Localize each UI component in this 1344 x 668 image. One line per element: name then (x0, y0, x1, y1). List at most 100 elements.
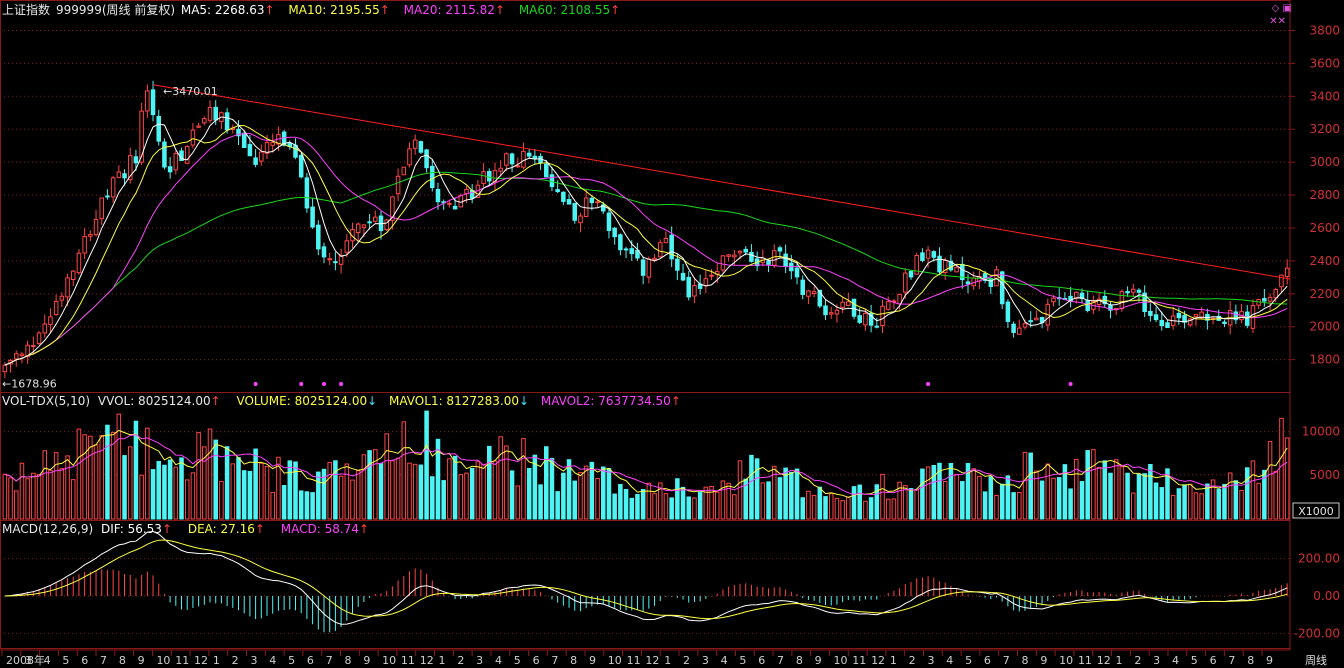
candle-body (1176, 312, 1182, 319)
candle-body (253, 157, 258, 165)
volume-bar (65, 455, 70, 520)
x-tick-label: 1 (439, 654, 446, 667)
candle-body (1017, 327, 1022, 335)
x-tick-label: 6 (758, 654, 765, 667)
volume-bar (355, 470, 361, 520)
volume-bar (1051, 477, 1056, 520)
candle-body (99, 197, 105, 220)
candle-body (526, 152, 532, 157)
volume-bar (316, 471, 321, 520)
volume-bar (623, 488, 629, 520)
volume-bar (561, 472, 566, 520)
macd-tick-label: 0.00 (1313, 589, 1340, 603)
candle-body (749, 251, 754, 262)
volume-bar (430, 476, 435, 520)
volume-bar (82, 434, 87, 520)
candle-body (190, 129, 196, 146)
candle-body (657, 242, 663, 258)
candle-body (270, 142, 275, 146)
candle-body (93, 218, 99, 236)
volume-bar (127, 446, 133, 520)
price-tick-label: 2600 (1309, 221, 1340, 235)
candle-body (407, 148, 412, 166)
volume-bar (600, 466, 606, 520)
volume-bar (93, 444, 99, 520)
candle-body (561, 191, 566, 202)
volume-bar (954, 473, 959, 520)
candle-body (937, 255, 942, 273)
candle-body (840, 301, 845, 308)
volume-bar (42, 450, 48, 520)
x-tick-label: 2 (1134, 654, 1141, 667)
volume-bar (338, 475, 344, 520)
candle-body (874, 325, 880, 328)
candle-body (105, 195, 110, 198)
candle-body (224, 112, 230, 131)
candle-body (2, 364, 8, 373)
volume-bar (652, 493, 657, 520)
crossmark-icon[interactable]: ✕✕ (1269, 16, 1286, 27)
mavol1-value: MAVOL1: 8127283.00 (389, 394, 519, 408)
candle-body (498, 167, 503, 172)
volume-bar (942, 480, 948, 520)
x-tick-label: 7 (777, 654, 784, 667)
x-tick-label: 9 (138, 654, 145, 667)
volume-bar (424, 410, 429, 520)
candle-body (851, 298, 857, 317)
volume-bar (59, 468, 65, 520)
volume-bar (971, 468, 976, 520)
x-tick-label: 11 (401, 654, 415, 667)
crosshair-marks-icon[interactable]: ✕✕ (1269, 16, 1286, 27)
volume-bar (167, 459, 173, 520)
volume-unit-label: X1000 (1298, 505, 1334, 518)
candle-body (259, 151, 264, 162)
diamond-icon[interactable]: ◇ ▣ (1272, 3, 1292, 14)
volume-bar (122, 455, 127, 520)
stock-chart[interactable]: 1800 2000 2200 2400 2600 2800 3000 3200 3400 3600… (0, 0, 1344, 668)
x-tick-label: 3 (250, 654, 257, 667)
volume-bar (1074, 458, 1079, 520)
price-tick-label: 2400 (1309, 254, 1340, 268)
volume-bar (70, 479, 76, 520)
candle-body (800, 279, 805, 295)
volume-bar (1125, 472, 1130, 520)
candle-body (549, 174, 555, 188)
volume-bar (1205, 483, 1210, 520)
volume-bar (1005, 475, 1011, 520)
candle-body (1267, 296, 1273, 302)
volume-bar (1085, 450, 1090, 520)
candle-body (430, 165, 435, 189)
candle-body (1153, 314, 1159, 321)
candle-body (412, 139, 418, 149)
volume-bar (452, 455, 458, 520)
candle-body (321, 246, 327, 258)
candle-body (509, 153, 515, 165)
volume-bar (1239, 490, 1244, 520)
candle-body (1051, 297, 1056, 303)
volume-bar (857, 484, 862, 520)
volume-bar (1068, 488, 1073, 520)
volume-bar (464, 472, 469, 520)
volume-bar (1199, 493, 1204, 520)
volume-bar (920, 468, 925, 520)
candle-body (213, 106, 218, 121)
candle-body (110, 177, 116, 198)
volume-bar (492, 460, 498, 520)
volume-bar (1153, 482, 1159, 520)
volume-bar (247, 470, 253, 520)
price-tick-label: 3600 (1309, 56, 1340, 70)
candle-body (578, 215, 583, 224)
volume-bar (253, 448, 258, 520)
volume-bar (1148, 464, 1153, 520)
volume-bar (714, 491, 720, 520)
x-tick-label: 10 (382, 654, 396, 667)
x-tick-label: 12 (871, 654, 885, 667)
x-tick-label: 8 (345, 654, 352, 667)
candle-body (828, 312, 834, 315)
volume-bar (390, 460, 395, 520)
volume-bar (1170, 494, 1176, 520)
candle-body (1273, 288, 1279, 299)
chart-toolbar-icons[interactable]: ◇ ▣ (1272, 3, 1292, 14)
volume-bar (891, 498, 897, 520)
volume-bar (236, 457, 241, 520)
